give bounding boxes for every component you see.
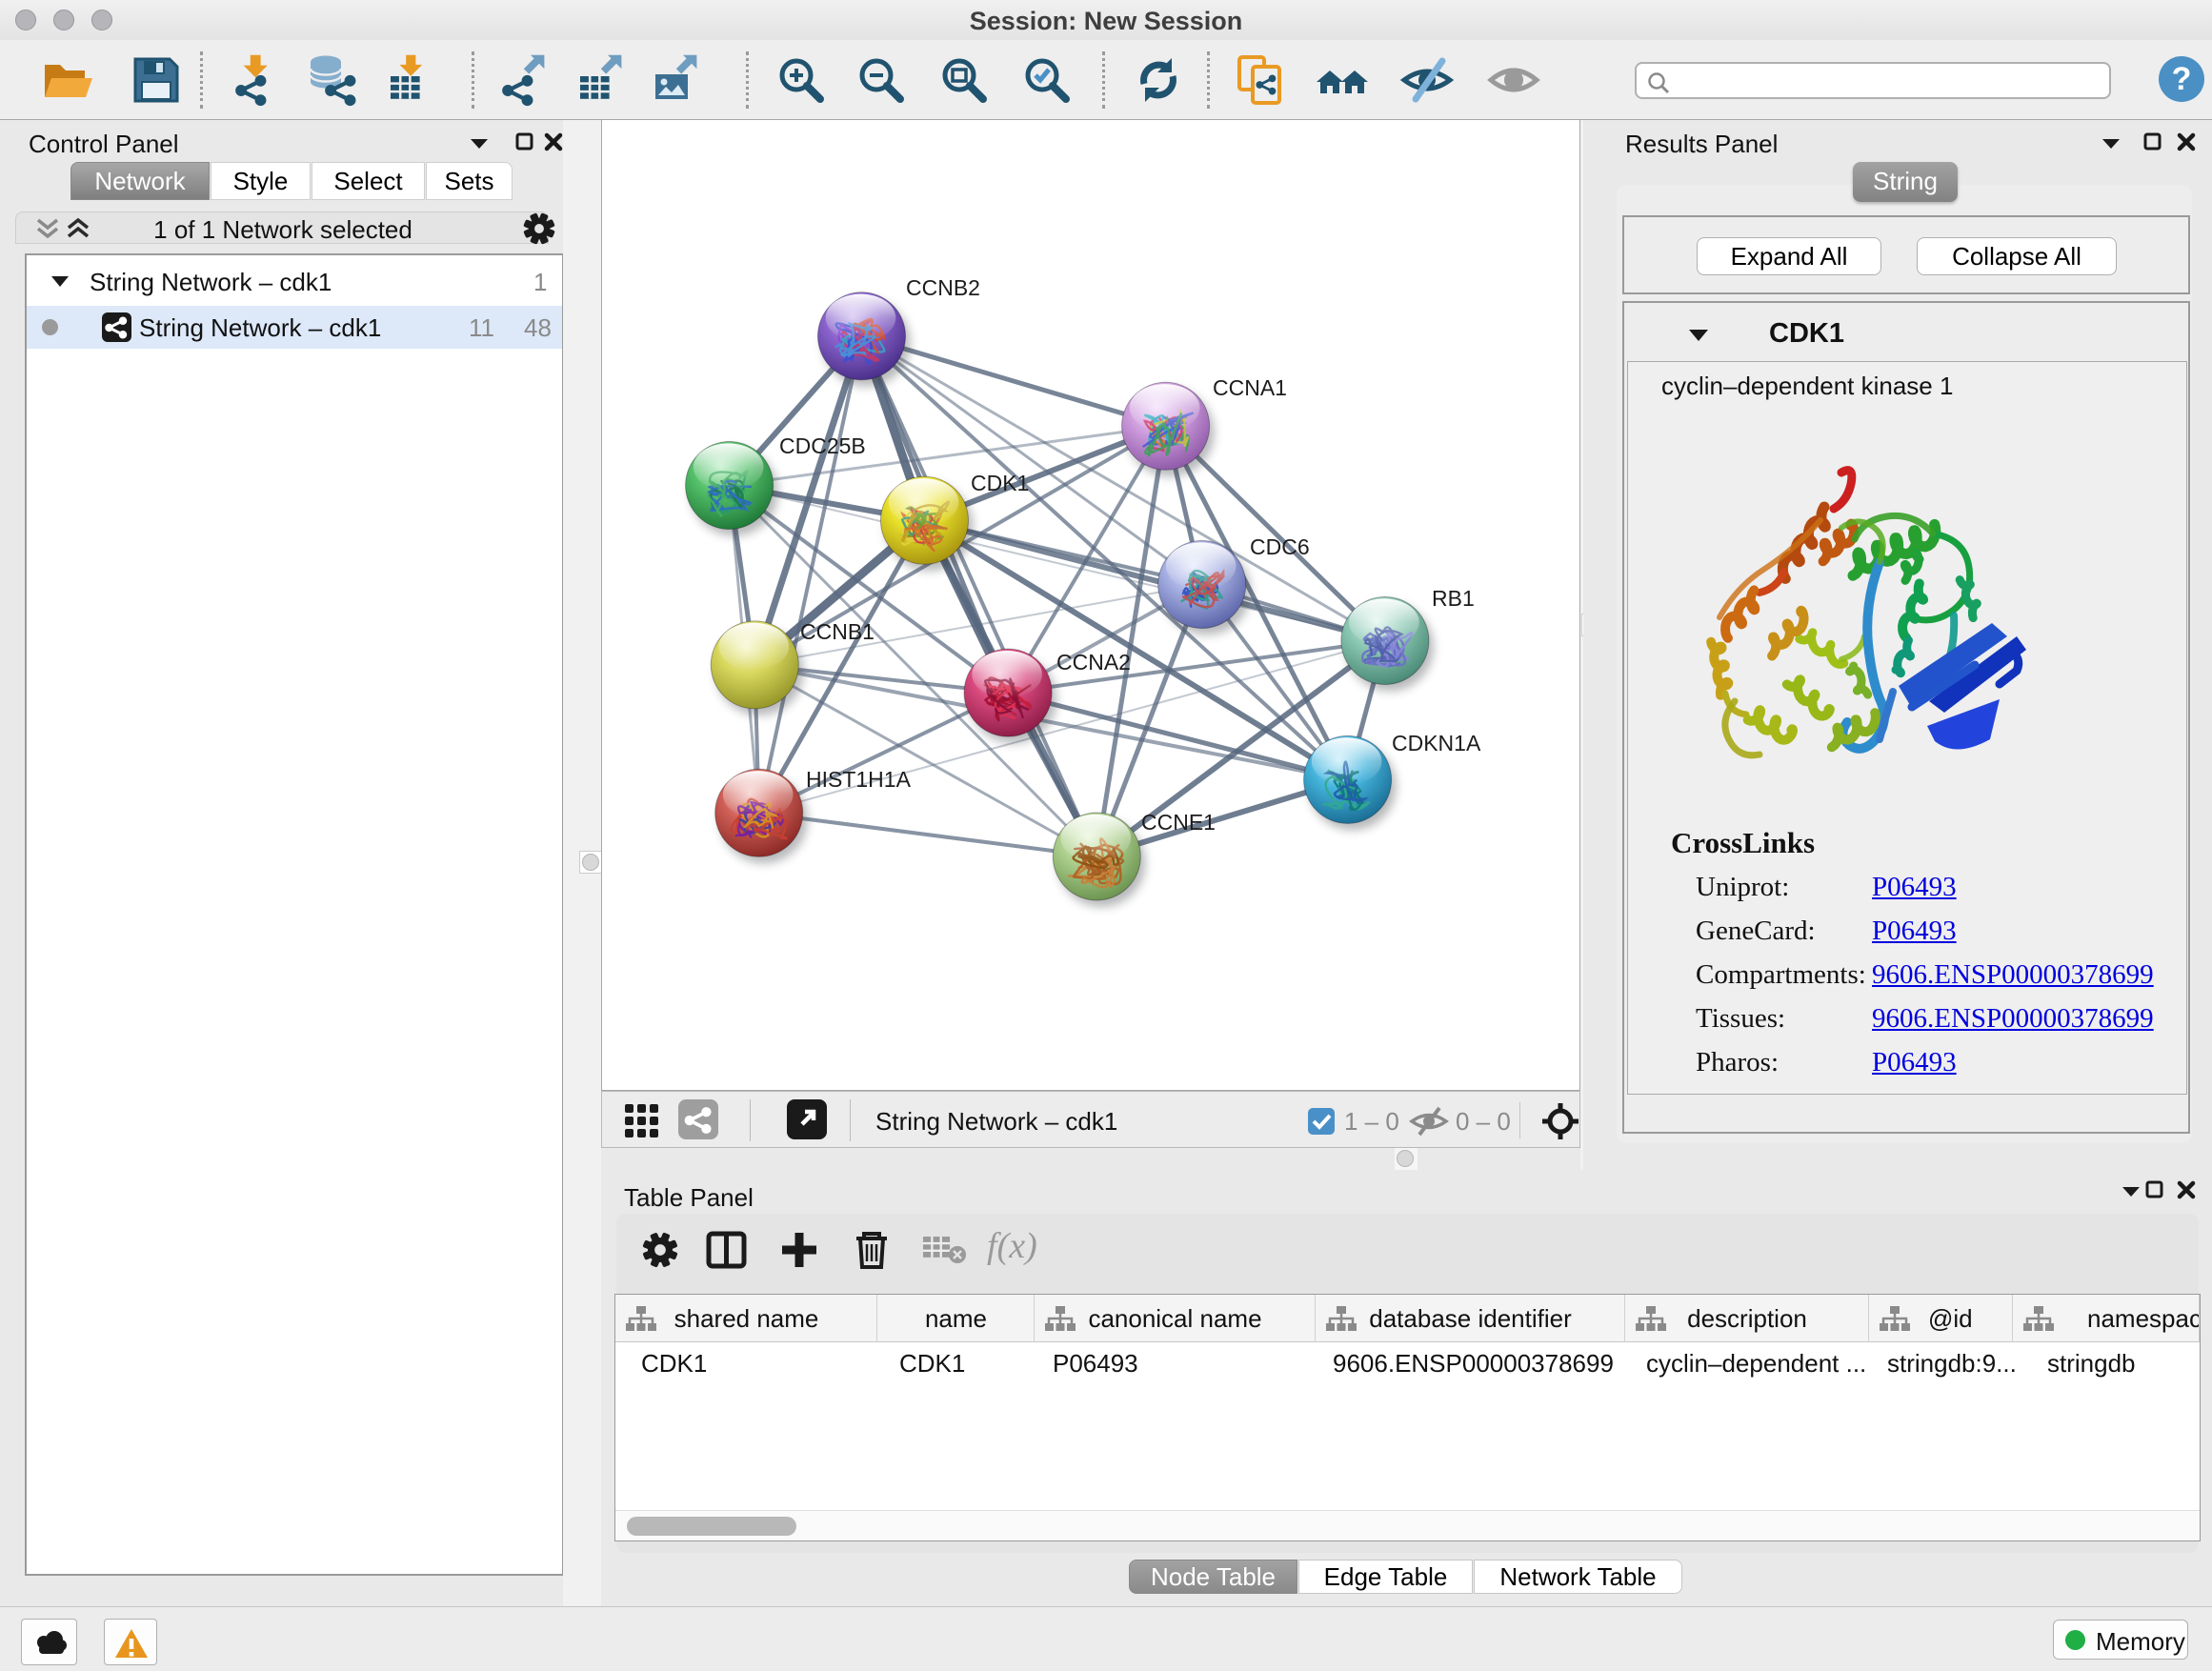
svg-text:HIST1H1A: HIST1H1A (806, 767, 912, 792)
svg-text:CCNA1: CCNA1 (1213, 375, 1287, 400)
svg-text:CCNB1: CCNB1 (800, 619, 875, 644)
svg-text:CDC25B: CDC25B (779, 433, 866, 458)
svg-text:CDC6: CDC6 (1250, 534, 1310, 559)
svg-text:CCNE1: CCNE1 (1141, 810, 1216, 835)
svg-text:CCNA2: CCNA2 (1056, 650, 1131, 674)
svg-text:CDKN1A: CDKN1A (1392, 731, 1481, 755)
svg-text:CDK1: CDK1 (971, 471, 1029, 495)
svg-text:CCNB2: CCNB2 (906, 275, 980, 300)
svg-text:RB1: RB1 (1432, 586, 1475, 611)
